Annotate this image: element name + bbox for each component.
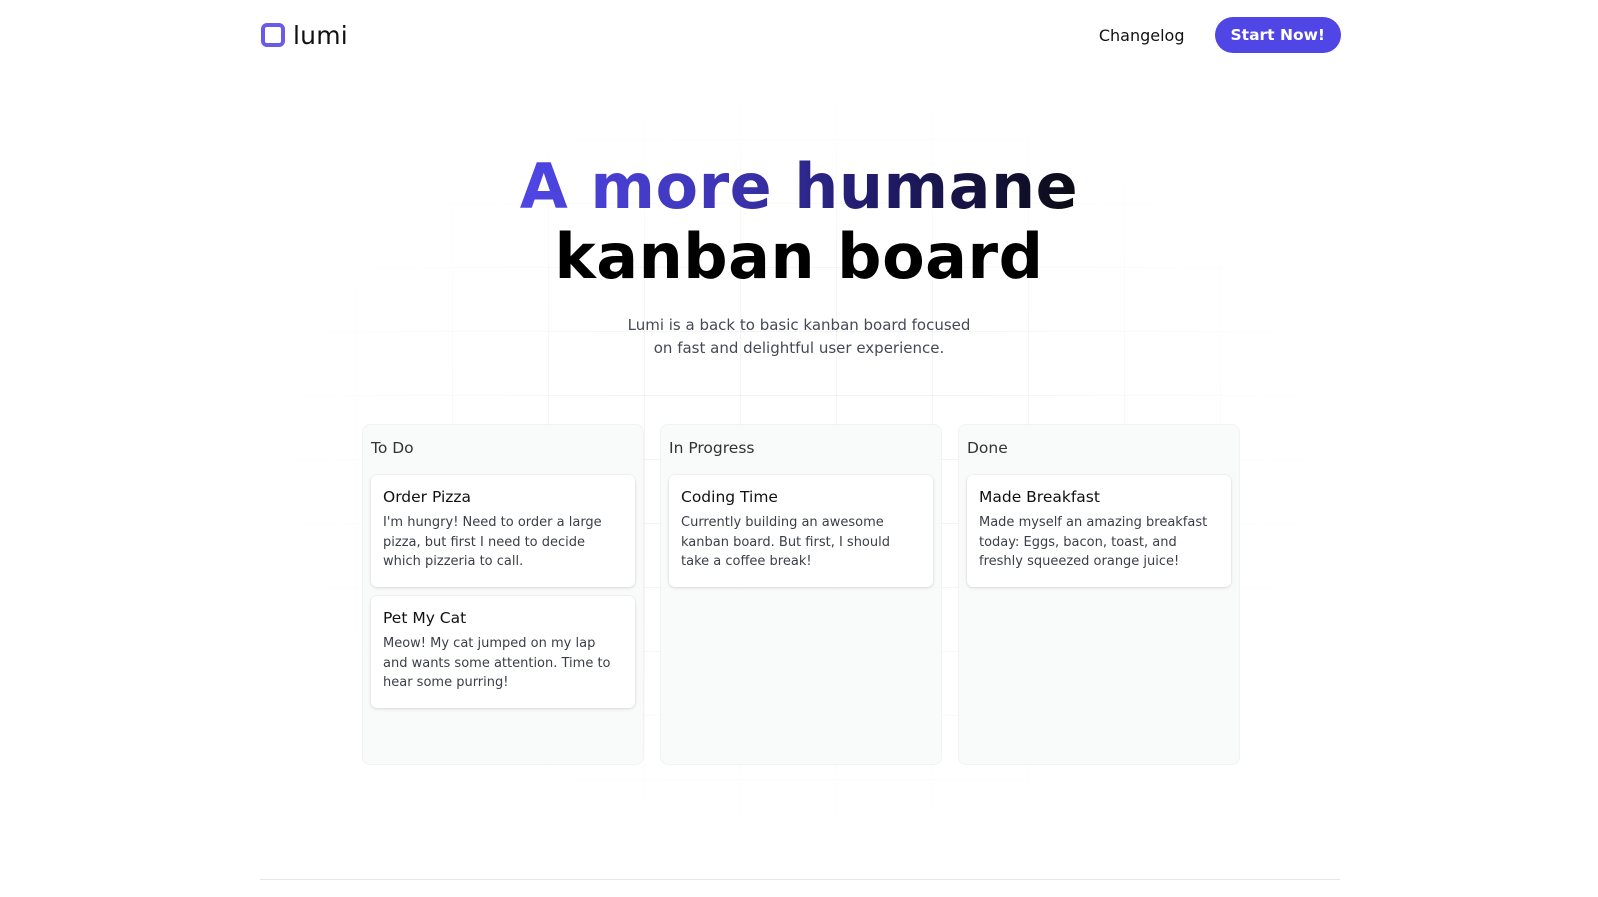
footer-divider (260, 879, 1340, 880)
task-card[interactable]: Made Breakfast Made myself an amazing br… (967, 475, 1231, 587)
task-card[interactable]: Order Pizza I'm hungry! Need to order a … (371, 475, 635, 587)
column-title: In Progress (669, 439, 755, 457)
kanban-board-demo: To Do Order Pizza I'm hungry! Need to or… (362, 424, 1240, 765)
card-description: Currently building an awesome kanban boa… (681, 515, 890, 569)
card-title: Coding Time (681, 488, 778, 506)
column-title: Done (967, 439, 1008, 457)
task-card[interactable]: Pet My Cat Meow! My cat jumped on my lap… (371, 596, 635, 708)
card-title: Order Pizza (383, 488, 472, 506)
card-title: Made Breakfast (979, 488, 1100, 506)
card-description: I'm hungry! Need to order a large pizza,… (383, 515, 602, 569)
task-card[interactable]: Coding Time Currently building an awesom… (669, 475, 933, 587)
logo-square-icon (261, 23, 285, 47)
column-todo: To Do Order Pizza I'm hungry! Need to or… (362, 424, 644, 765)
column-in-progress: In Progress Coding Time Currently buildi… (660, 424, 942, 765)
card-description: Meow! My cat jumped on my lap and wants … (383, 636, 611, 690)
brand-name: lumi (293, 20, 348, 50)
card-description: Made myself an amazing breakfast today: … (979, 515, 1208, 569)
brand-logo-link[interactable]: lumi (261, 21, 348, 50)
top-nav: Changelog Start Now! (1099, 17, 1341, 53)
hero-headline: A more humane kanban board (0, 152, 1598, 292)
column-title: To Do (371, 439, 414, 457)
start-now-button[interactable]: Start Now! (1214, 17, 1341, 53)
column-done: Done Made Breakfast Made myself an amazi… (958, 424, 1240, 765)
changelog-link[interactable]: Changelog (1099, 26, 1185, 45)
hero-section: A more humane kanban board Lumi is a bac… (0, 152, 1598, 360)
hero-subtitle: Lumi is a back to basic kanban board foc… (627, 316, 971, 357)
site-header: lumi Changelog Start Now! (261, 16, 1341, 54)
card-title: Pet My Cat (383, 609, 467, 627)
headline-line-2: kanban board (554, 220, 1044, 293)
landing-page: lumi Changelog Start Now! A more humane … (0, 0, 1598, 897)
headline-line-1: A more humane (519, 150, 1079, 223)
